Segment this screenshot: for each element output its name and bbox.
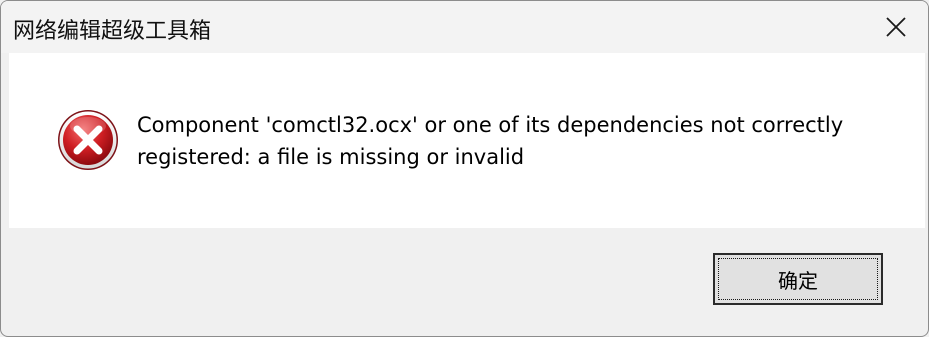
error-dialog-window: 网络编辑超级工具箱 Component 'comctl32.ocx' or on… bbox=[0, 0, 929, 337]
error-message-line-2: registered: a file is missing or invalid bbox=[137, 145, 525, 169]
error-message: Component 'comctl32.ocx' or one of its d… bbox=[137, 109, 907, 173]
title-bar[interactable]: 网络编辑超级工具箱 bbox=[1, 1, 928, 53]
ok-button[interactable]: 确定 bbox=[713, 253, 883, 305]
button-bar: 确定 bbox=[9, 228, 925, 328]
close-button[interactable] bbox=[864, 1, 928, 53]
close-icon bbox=[886, 17, 906, 37]
error-message-line-1: Component 'comctl32.ocx' or one of its d… bbox=[137, 113, 844, 137]
ok-button-label: 确定 bbox=[778, 268, 818, 293]
message-area: Component 'comctl32.ocx' or one of its d… bbox=[9, 53, 925, 228]
error-icon bbox=[57, 109, 119, 171]
window-title: 网络编辑超级工具箱 bbox=[13, 19, 212, 44]
